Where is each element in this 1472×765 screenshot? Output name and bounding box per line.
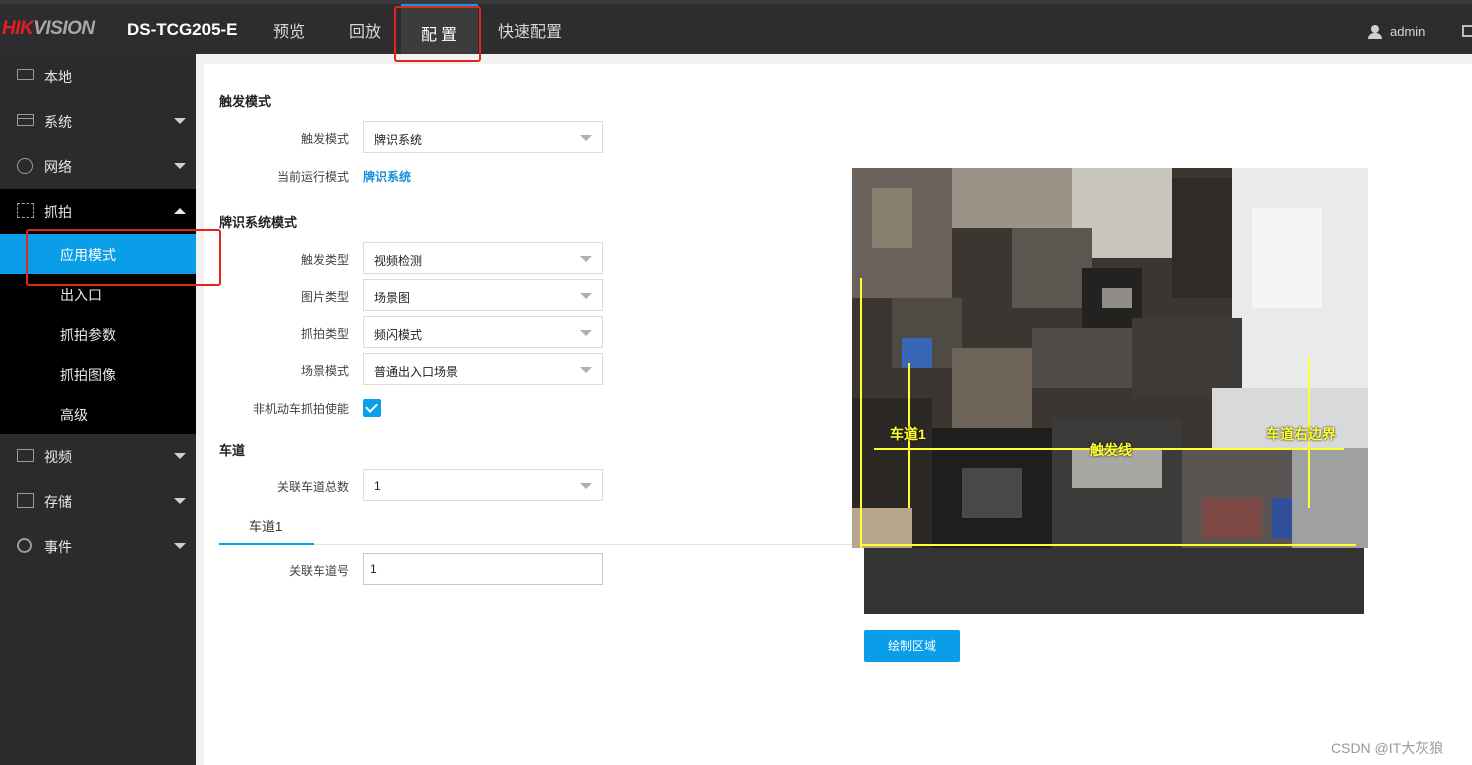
scene-mode-label: 场景模式 [300, 364, 349, 378]
section-lane: 车道 [219, 443, 246, 458]
sidebar: 本地 系统 网络 抓拍 应用模式 出入口 抓拍参数 抓拍图像 高级 视频 存储 … [0, 54, 196, 765]
chevron-down-icon [174, 498, 186, 504]
capture-submenu: 应用模式 出入口 抓拍参数 抓拍图像 高级 [0, 234, 196, 434]
right-boundary-overlay-label: 车道右边界 [1266, 426, 1336, 442]
tab-lane-1[interactable]: 车道1 [219, 510, 314, 545]
chevron-down-icon [174, 453, 186, 459]
capture-type-select[interactable]: 频闪模式 [363, 316, 603, 348]
lane-number-input[interactable] [363, 553, 603, 585]
section-trigger-mode: 触发模式 [219, 94, 272, 109]
lane-total-select[interactable]: 1 [363, 469, 603, 501]
picture-type-value: 场景图 [374, 291, 411, 305]
sidebar-item-system[interactable]: 系统 [0, 99, 196, 144]
sidebar-item-label: 系统 [44, 114, 72, 130]
submenu-label: 应用模式 [60, 247, 116, 263]
submenu-label: 抓拍图像 [60, 367, 116, 383]
sidebar-item-video[interactable]: 视频 [0, 434, 196, 479]
sidebar-item-capture[interactable]: 抓拍 [0, 189, 196, 234]
lane-left-boundary-line [860, 278, 862, 548]
chevron-up-icon [174, 208, 186, 214]
storage-icon [17, 493, 34, 508]
current-mode-value: 牌识系统 [363, 170, 412, 184]
chevron-down-icon [174, 163, 186, 169]
sidebar-item-network[interactable]: 网络 [0, 144, 196, 189]
brand-logo: HIKVISION [2, 18, 95, 40]
device-model: DS-TCG205-E [127, 20, 238, 39]
lane-1-overlay-label: 车道1 [890, 426, 926, 442]
chevron-down-icon [580, 367, 592, 373]
trigger-mode-select[interactable]: 牌识系统 [363, 121, 603, 153]
chevron-down-icon [580, 135, 592, 141]
trigger-type-value: 视频检测 [374, 254, 423, 268]
nonmotor-capture-checkbox[interactable] [363, 399, 381, 417]
scene-mode-select[interactable]: 普通出入口场景 [363, 353, 603, 385]
brand-hik: HIK [2, 18, 34, 39]
picture-type-select[interactable]: 场景图 [363, 279, 603, 311]
section-plate-system-mode: 牌识系统模式 [219, 215, 298, 230]
system-icon [17, 114, 34, 126]
sidebar-item-event[interactable]: 事件 [0, 524, 196, 569]
brand-vision: VISION [33, 18, 95, 39]
sidebar-item-label: 视频 [44, 449, 72, 465]
nav-quick-config[interactable]: 快速配置 [498, 18, 562, 42]
sidebar-item-storage[interactable]: 存储 [0, 479, 196, 524]
nav-configuration[interactable]: 配置 [401, 4, 478, 58]
lane-total-value: 1 [374, 479, 381, 493]
video-toolbar-area [864, 548, 1364, 614]
chevron-down-icon [580, 483, 592, 489]
submenu-entrance[interactable]: 出入口 [0, 274, 196, 314]
submenu-advanced[interactable]: 高级 [0, 394, 196, 434]
chevron-down-icon [580, 256, 592, 262]
monitor-icon [17, 69, 34, 80]
capture-icon [17, 203, 34, 218]
sidebar-item-label: 本地 [44, 69, 72, 85]
tab-lane-1-label: 车道1 [249, 519, 283, 534]
watermark: CSDN @IT大灰狼 [1331, 740, 1444, 756]
lane-bottom-line [860, 544, 1356, 546]
event-icon [17, 538, 32, 553]
submenu-capture-image[interactable]: 抓拍图像 [0, 354, 196, 394]
submenu-capture-params[interactable]: 抓拍参数 [0, 314, 196, 354]
capture-type-label: 抓拍类型 [300, 327, 349, 341]
top-bar: HIKVISION DS-TCG205-E 预览 回放 配置 快速配置 admi… [0, 0, 1472, 58]
chevron-down-icon [174, 118, 186, 124]
lane-total-label: 关联车道总数 [276, 480, 349, 494]
trigger-mode-label: 触发模式 [300, 132, 349, 146]
sidebar-item-label: 网络 [44, 159, 72, 175]
trigger-line-overlay-label: 触发线 [1090, 442, 1132, 458]
nonmotor-capture-label: 非机动车抓拍使能 [252, 402, 349, 416]
draw-area-button[interactable]: 绘制区域 [864, 630, 960, 662]
user-icon [1368, 24, 1382, 39]
trigger-type-select[interactable]: 视频检测 [363, 242, 603, 274]
tab-divider [219, 544, 864, 545]
user-menu[interactable]: admin [1368, 24, 1425, 39]
video-preview[interactable]: 车道1 车道右边界 触发线 [852, 168, 1368, 548]
video-icon [17, 449, 34, 462]
chevron-down-icon [580, 293, 592, 299]
sidebar-item-label: 存储 [44, 494, 72, 510]
username: admin [1390, 24, 1426, 39]
video-frame [852, 168, 1368, 548]
nav-configuration-label: 配置 [421, 27, 462, 44]
sidebar-item-label: 抓拍 [44, 204, 72, 220]
network-icon [17, 158, 33, 174]
sidebar-item-label: 事件 [44, 539, 72, 555]
capture-type-value: 频闪模式 [374, 328, 423, 342]
picture-type-label: 图片类型 [300, 290, 349, 304]
nav-preview[interactable]: 预览 [273, 18, 305, 42]
chevron-down-icon [580, 330, 592, 336]
nav-playback[interactable]: 回放 [349, 18, 381, 42]
submenu-label: 高级 [60, 407, 88, 423]
trigger-type-label: 触发类型 [300, 253, 349, 267]
sidebar-item-local[interactable]: 本地 [0, 54, 196, 99]
trigger-mode-value: 牌识系统 [374, 133, 423, 147]
submenu-app-mode[interactable]: 应用模式 [0, 234, 196, 274]
scene-mode-value: 普通出入口场景 [374, 365, 459, 379]
lane-number-label: 关联车道号 [288, 564, 349, 578]
submenu-label: 出入口 [60, 287, 102, 303]
chevron-down-icon [174, 543, 186, 549]
submenu-label: 抓拍参数 [60, 327, 116, 343]
current-mode-label: 当前运行模式 [276, 170, 349, 184]
logout-icon[interactable] [1462, 25, 1472, 37]
